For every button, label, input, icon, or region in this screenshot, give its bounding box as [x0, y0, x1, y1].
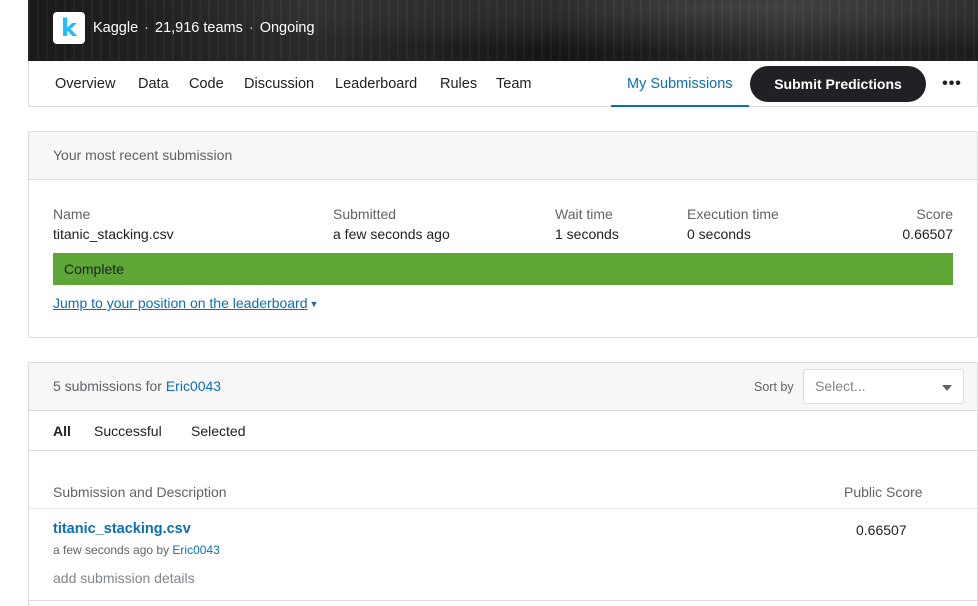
jump-link-label: Jump to your position on the leaderboard: [53, 295, 308, 311]
competition-nav: Overview Data Code Discussion Leaderboar…: [28, 61, 978, 107]
competition-banner: k Kaggle · 21,916 teams · Ongoing: [28, 0, 978, 61]
competition-status: Ongoing: [259, 20, 315, 36]
tab-rules[interactable]: Rules: [440, 61, 477, 107]
kaggle-logo-icon[interactable]: k: [53, 12, 85, 44]
table-header: Submission and Description Public Score: [29, 451, 977, 509]
recent-submission-card: Your most recent submission Name titanic…: [28, 131, 978, 338]
field-value: 0 seconds: [687, 226, 751, 242]
field-label: Wait time: [555, 206, 613, 222]
submit-predictions-button[interactable]: Submit Predictions: [750, 66, 926, 102]
submissions-list-card: 5 submissions for Eric0043 Sort by Selec…: [28, 362, 978, 606]
team-count: 21,916 teams: [155, 20, 243, 36]
submission-meta: a few seconds ago by Eric0043: [53, 543, 220, 557]
field-label: Submitted: [333, 206, 397, 222]
submission-time: a few seconds ago by: [53, 543, 170, 557]
recent-submission-heading: Your most recent submission: [29, 132, 977, 180]
field-value: a few seconds ago: [333, 226, 450, 242]
table-row: titanic_stacking.csv a few seconds ago b…: [29, 509, 977, 601]
separator-dot: ·: [248, 20, 254, 36]
tab-discussion[interactable]: Discussion: [244, 61, 314, 107]
add-submission-details[interactable]: add submission details: [53, 570, 195, 586]
tab-data[interactable]: Data: [138, 61, 169, 107]
sort-select[interactable]: Select...: [803, 369, 964, 404]
public-score: 0.66507: [856, 522, 907, 538]
execution-time-field: Execution time 0 seconds: [687, 206, 779, 242]
more-options-icon[interactable]: •••: [939, 71, 965, 97]
score-field: Score 0.66507: [902, 206, 953, 242]
tab-leaderboard[interactable]: Leaderboard: [335, 61, 417, 107]
field-value: 0.66507: [902, 226, 953, 242]
submission-name-field: Name titanic_stacking.csv: [53, 206, 174, 242]
field-label: Name: [53, 206, 91, 222]
wait-time-field: Wait time 1 seconds: [555, 206, 619, 242]
field-value: 1 seconds: [555, 226, 619, 242]
submission-file-link[interactable]: titanic_stacking.csv: [53, 521, 191, 537]
tab-overview[interactable]: Overview: [55, 61, 115, 107]
tab-code[interactable]: Code: [189, 61, 224, 107]
submission-count: 5 submissions for Eric0043: [53, 378, 221, 394]
chevron-down-icon: [942, 385, 952, 391]
sort-by-label: Sort by: [754, 380, 794, 394]
submitter-link[interactable]: Eric0043: [172, 543, 219, 557]
brand-name[interactable]: Kaggle: [93, 20, 138, 36]
status-complete-bar: Complete: [53, 253, 953, 285]
separator-dot: ·: [144, 20, 149, 36]
submission-filters: All Successful Selected: [29, 411, 977, 451]
filter-successful[interactable]: Successful: [94, 423, 162, 439]
filter-all[interactable]: All: [53, 423, 71, 439]
field-label: Execution time: [687, 206, 779, 222]
caret-down-icon: ▼: [309, 299, 319, 309]
column-header-public-score: Public Score: [844, 484, 923, 500]
tab-team[interactable]: Team: [496, 61, 531, 107]
sort-select-value: Select...: [815, 378, 866, 394]
field-label: Score: [916, 206, 953, 222]
column-header-submission: Submission and Description: [53, 484, 227, 500]
filter-selected[interactable]: Selected: [191, 423, 245, 439]
jump-to-leaderboard-link[interactable]: Jump to your position on the leaderboard…: [53, 295, 318, 311]
field-value: titanic_stacking.csv: [53, 226, 174, 242]
submitted-field: Submitted a few seconds ago: [333, 206, 450, 242]
tab-my-submissions[interactable]: My Submissions: [611, 61, 749, 107]
count-prefix: 5 submissions for: [53, 378, 162, 394]
user-link[interactable]: Eric0043: [166, 378, 221, 394]
